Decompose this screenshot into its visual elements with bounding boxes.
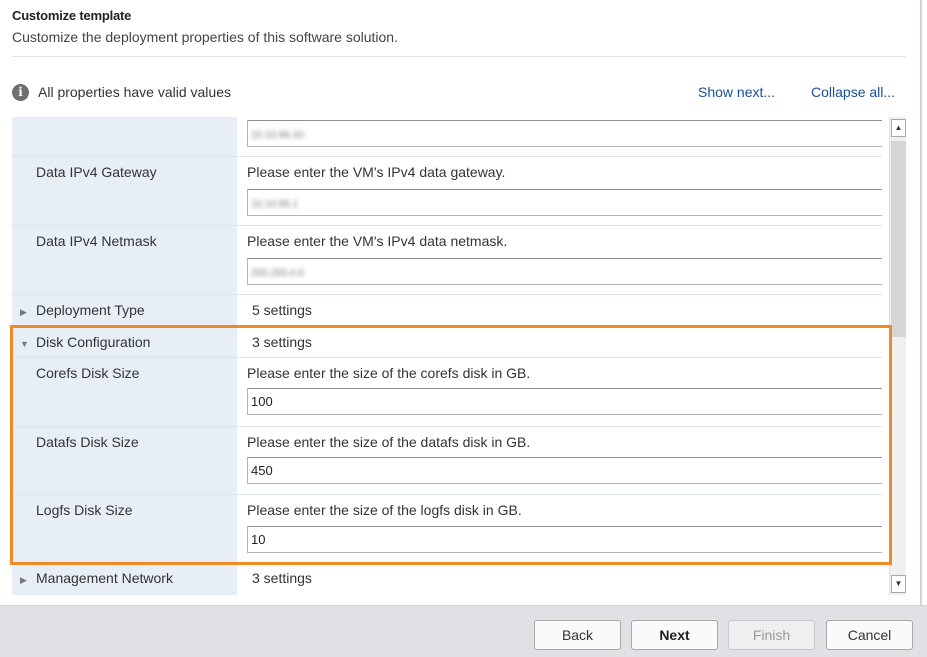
chevron-down-icon[interactable]: ▼ <box>20 339 29 349</box>
ip-address-value: 10.10.96.20 <box>251 130 304 141</box>
netmask-description: Please enter the VM's IPv4 data netmask. <box>247 233 508 249</box>
disk-configuration-label: Disk Configuration <box>36 334 151 350</box>
group-row-deployment-type[interactable]: ▶ Deployment Type 5 settings <box>12 295 882 327</box>
ip-address-input[interactable]: 10.10.96.20 <box>247 120 882 147</box>
vertical-scrollbar[interactable]: ▲ ▼ <box>889 117 906 595</box>
logfs-size-input[interactable]: 10 <box>247 526 882 553</box>
datafs-size-input[interactable]: 450 <box>247 457 882 484</box>
corefs-size-input[interactable]: 100 <box>247 388 882 415</box>
disk-configuration-count: 3 settings <box>252 334 312 350</box>
page-subtitle: Customize the deployment properties of t… <box>12 29 398 45</box>
logfs-description: Please enter the size of the logfs disk … <box>247 502 522 518</box>
property-row-logfs: Logfs Disk Size Please enter the size of… <box>12 495 882 563</box>
property-row-netmask: Data IPv4 Netmask Please enter the VM's … <box>12 226 882 295</box>
property-row-ip-address: 10.10.96.20 <box>12 117 882 157</box>
scroll-up-arrow-icon[interactable]: ▲ <box>891 119 906 137</box>
group-row-management-network[interactable]: ▶ Management Network 3 settings <box>12 563 882 595</box>
deployment-type-label: Deployment Type <box>36 302 145 318</box>
scroll-down-arrow-icon[interactable]: ▼ <box>891 575 906 593</box>
collapse-all-link[interactable]: Collapse all... <box>811 84 895 100</box>
back-button[interactable]: Back <box>534 620 621 650</box>
page-title: Customize template <box>12 8 132 23</box>
property-row-gateway: Data IPv4 Gateway Please enter the VM's … <box>12 157 882 226</box>
cancel-button[interactable]: Cancel <box>826 620 913 650</box>
datafs-description: Please enter the size of the datafs disk… <box>247 434 531 450</box>
show-next-link[interactable]: Show next... <box>698 84 775 100</box>
logfs-label: Logfs Disk Size <box>36 502 133 518</box>
chevron-right-icon[interactable]: ▶ <box>20 307 27 318</box>
group-row-disk-configuration[interactable]: ▼ Disk Configuration 3 settings <box>12 327 882 358</box>
netmask-label: Data IPv4 Netmask <box>36 233 157 249</box>
next-button[interactable]: Next <box>631 620 718 650</box>
management-network-label: Management Network <box>36 570 173 586</box>
property-row-corefs: Corefs Disk Size Please enter the size o… <box>12 358 882 427</box>
corefs-description: Please enter the size of the corefs disk… <box>247 365 531 381</box>
header-divider <box>12 56 906 57</box>
validation-status-text: All properties have valid values <box>38 84 231 100</box>
properties-grid: 10.10.96.20 Data IPv4 Gateway Please ent… <box>12 117 882 595</box>
validation-status-bar: i All properties have valid values Show … <box>12 82 906 104</box>
netmask-input[interactable]: 255.255.0.0 <box>247 258 882 285</box>
dialog-right-border <box>920 0 922 605</box>
corefs-label: Corefs Disk Size <box>36 365 140 381</box>
datafs-label: Datafs Disk Size <box>36 434 139 450</box>
gateway-label: Data IPv4 Gateway <box>36 164 157 180</box>
deployment-type-count: 5 settings <box>252 302 312 318</box>
netmask-value: 255.255.0.0 <box>251 268 304 279</box>
management-network-count: 3 settings <box>252 570 312 586</box>
gateway-input[interactable]: 10.10.96.1 <box>247 189 882 216</box>
gateway-description: Please enter the VM's IPv4 data gateway. <box>247 164 506 180</box>
wizard-header: Customize template Customize the deploym… <box>12 8 906 45</box>
info-icon: i <box>12 84 29 101</box>
property-row-datafs: Datafs Disk Size Please enter the size o… <box>12 427 882 495</box>
finish-button: Finish <box>728 620 815 650</box>
wizard-footer: Back Next Finish Cancel <box>0 605 927 657</box>
gateway-value: 10.10.96.1 <box>251 199 299 210</box>
chevron-right-icon[interactable]: ▶ <box>20 575 27 586</box>
scrollbar-thumb[interactable] <box>891 141 906 337</box>
